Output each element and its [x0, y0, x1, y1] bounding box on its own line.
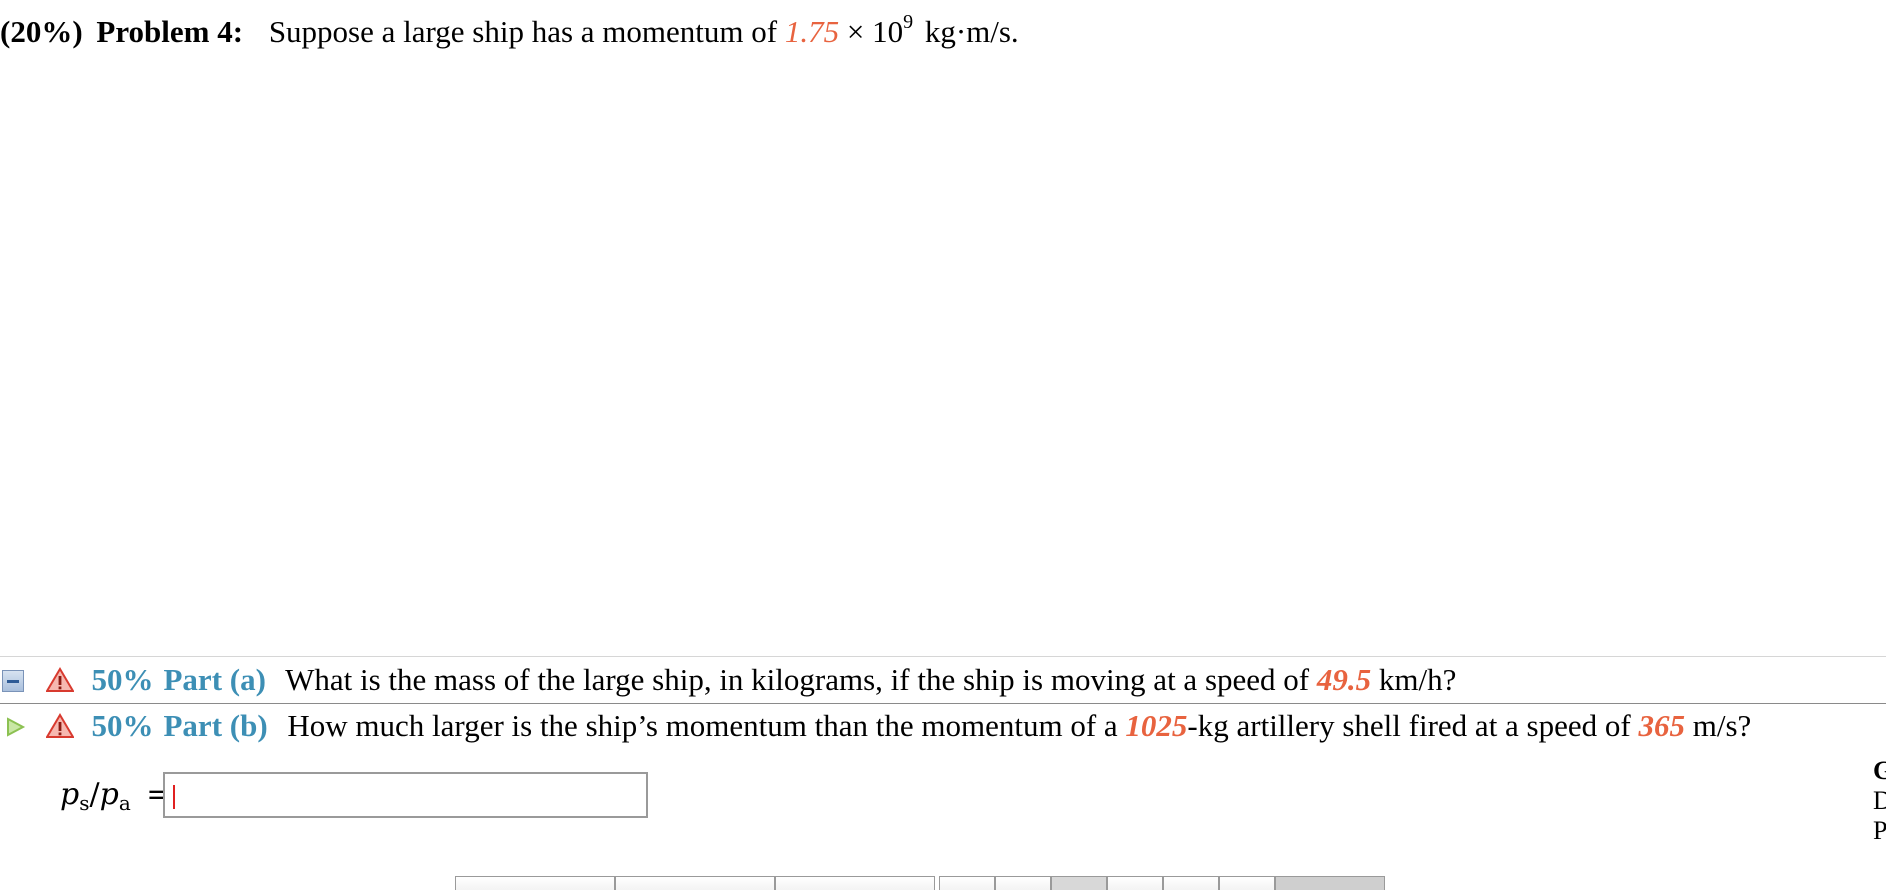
times-sign: ×	[846, 14, 865, 49]
part-b-unit: m/s?	[1692, 708, 1752, 743]
part-b-row[interactable]: 50% Part (b) How much larger is the ship’…	[0, 703, 1886, 749]
numerator-subscript: s	[79, 791, 90, 815]
answer-label: ps/pa =	[60, 770, 171, 820]
part-b-question: How much larger is the ship’s momentum t…	[287, 708, 1118, 743]
keypad-key[interactable]	[995, 876, 1051, 890]
part-b-label: 50% Part (b)	[92, 708, 268, 743]
keypad-key[interactable]	[1051, 876, 1107, 890]
part-a-title: Part (a)	[163, 662, 266, 697]
text-caret	[173, 785, 175, 809]
part-a-label: 50% Part (a)	[92, 662, 266, 697]
expand-arrow-icon[interactable]	[4, 716, 26, 738]
problem-text: Suppose a large ship has a momentum of	[268, 14, 778, 49]
problem-title: Problem 4:	[96, 14, 244, 49]
part-b-speed-value: 365	[1638, 708, 1685, 743]
keypad-key-wide[interactable]	[1275, 876, 1385, 890]
answer-input[interactable]	[163, 772, 648, 818]
problem-statement: (20%) Problem 4: Suppose a large ship ha…	[0, 10, 1019, 54]
momentum-unit: kg·m/s.	[924, 14, 1019, 49]
problem-page: (20%) Problem 4: Suppose a large ship ha…	[0, 0, 1886, 890]
numerator-variable: p	[60, 777, 80, 812]
power-exponent: 9	[903, 11, 914, 33]
ratio-slash: /	[89, 777, 100, 812]
problem-weight: (20%)	[0, 14, 83, 49]
part-b-percent: 50%	[91, 708, 154, 743]
keypad-function-key-3[interactable]	[775, 876, 935, 890]
momentum-value: 1.75	[784, 14, 840, 49]
keypad-key[interactable]	[939, 876, 995, 890]
part-a-question: What is the mass of the large ship, in k…	[285, 662, 1310, 697]
keypad-key[interactable]	[1219, 876, 1275, 890]
part-a-unit: km/h?	[1378, 662, 1457, 697]
warning-icon	[45, 666, 74, 692]
power-base: 10	[872, 14, 904, 49]
part-b-title: Part (b)	[163, 708, 268, 743]
side-panel-line1: G	[1873, 756, 1886, 785]
denominator-subscript: a	[118, 791, 131, 815]
denominator-variable: p	[99, 777, 119, 812]
side-panel-line3: P	[1873, 816, 1886, 845]
collapse-icon[interactable]	[2, 669, 24, 692]
input-keypad	[455, 876, 1385, 890]
part-a-row[interactable]: 50% Part (a) What is the mass of the larg…	[0, 656, 1886, 704]
keypad-function-key-1[interactable]	[455, 876, 615, 890]
part-a-speed-value: 49.5	[1316, 662, 1372, 697]
keypad-key[interactable]	[1107, 876, 1163, 890]
part-b-question-middle: -kg artillery shell fired at a speed of	[1187, 708, 1631, 743]
keypad-key[interactable]	[1163, 876, 1219, 890]
side-panel: G D P	[1873, 756, 1886, 846]
side-panel-line2: D	[1873, 786, 1886, 815]
part-b-mass-value: 1025	[1125, 708, 1188, 743]
warning-icon	[45, 712, 74, 738]
keypad-function-key-2[interactable]	[615, 876, 775, 890]
part-a-percent: 50%	[91, 662, 154, 697]
